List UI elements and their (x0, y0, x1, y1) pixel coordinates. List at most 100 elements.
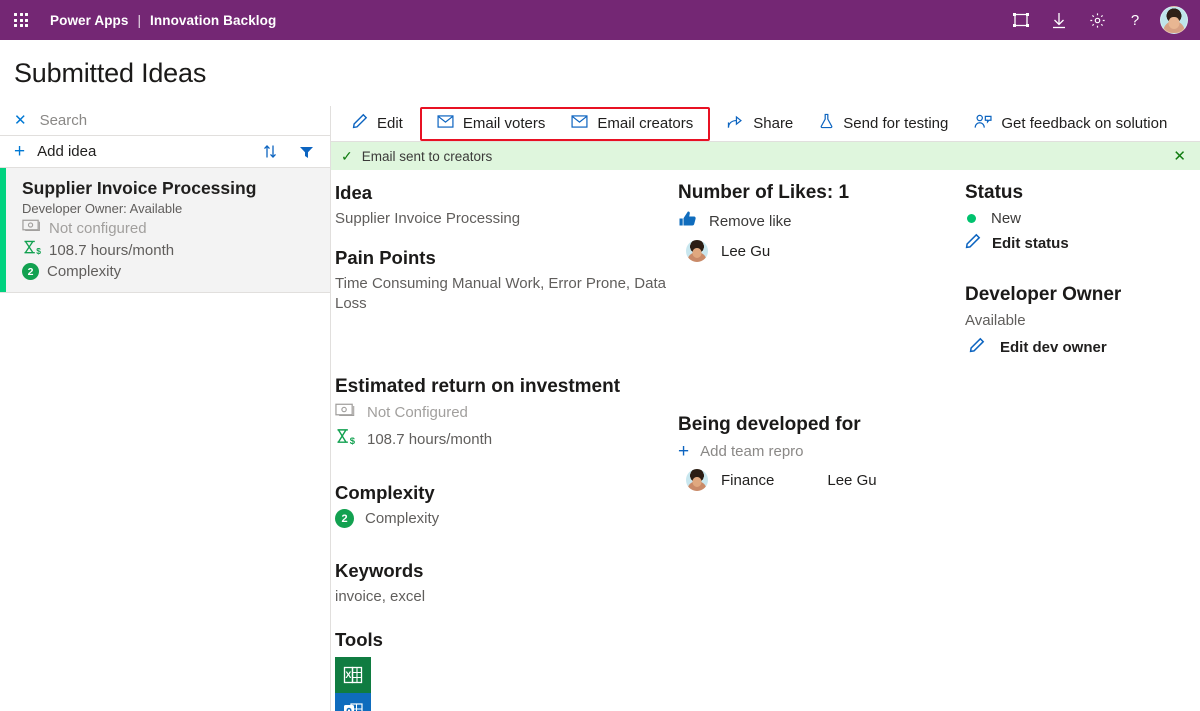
avatar (686, 240, 708, 262)
get-feedback-button[interactable]: Get feedback on solution (961, 106, 1180, 142)
voter-name: Lee Gu (721, 242, 771, 260)
complexity-heading: Complexity (335, 482, 435, 503)
person-feedback-icon (974, 114, 992, 134)
topbar-actions: ? (1002, 0, 1188, 40)
share-label: Share (753, 115, 794, 132)
list-item[interactable]: Supplier Invoice Processing Developer Ow… (0, 168, 330, 293)
idea-heading: Idea (335, 182, 373, 203)
team-name: Finance (721, 471, 775, 489)
idea-complexity-row: 2 Complexity (22, 263, 318, 280)
idea-owner: Developer Owner: Available (22, 201, 183, 216)
app-name[interactable]: Power Apps (50, 13, 129, 28)
roi-hours-value: 108.7 hours/month (367, 430, 493, 448)
sort-icon[interactable] (258, 144, 282, 159)
team-row: Finance Lee Gu (686, 469, 965, 491)
plus-icon: + (678, 441, 690, 462)
owner-value: Available (965, 312, 1026, 329)
hourglass-money-icon: $ (335, 428, 356, 450)
app-environment-name[interactable]: Innovation Backlog (150, 13, 276, 28)
ideas-list-panel: ✕ Search + Add idea Supplier Invoice Pro… (0, 106, 331, 711)
status-value-row: New (965, 210, 1200, 227)
idea-detail-panel: Edit Email voters Email creators Share S… (331, 106, 1200, 711)
get-feedback-label: Get feedback on solution (1001, 115, 1168, 132)
add-idea-row: + Add idea (0, 136, 330, 168)
team-person-name: Lee Gu (827, 471, 877, 489)
edit-dev-owner-label: Edit dev owner (1000, 339, 1107, 356)
send-for-testing-label: Send for testing (843, 115, 949, 132)
roi-heading: Estimated return on investment (335, 376, 621, 397)
pencil-icon (352, 113, 368, 134)
money-icon (22, 219, 41, 237)
remove-like-button[interactable]: Remove like (678, 210, 965, 232)
notification-message: Email sent to creators (361, 148, 493, 164)
idea-value: Supplier Invoice Processing (335, 210, 521, 227)
keywords-heading: Keywords (335, 560, 424, 581)
roi-money-value: Not Configured (367, 404, 468, 421)
avatar (686, 469, 708, 491)
edit-status-label: Edit status (992, 235, 1069, 252)
svg-text:$: $ (36, 246, 41, 255)
edit-button[interactable]: Edit (339, 106, 416, 142)
brand-separator: | (137, 12, 142, 28)
add-team-repro-button[interactable]: + Add team repro (678, 442, 965, 461)
pain-points-value: Time Consuming Manual Work, Error Prone,… (335, 275, 666, 312)
command-bar: Edit Email voters Email creators Share S… (331, 106, 1200, 142)
status-badge: New (991, 210, 1022, 227)
email-voters-label: Email voters (462, 115, 546, 132)
clear-search-icon[interactable]: ✕ (14, 113, 27, 128)
help-icon[interactable]: ? (1116, 0, 1154, 40)
share-button[interactable]: Share (714, 106, 806, 142)
pain-points-heading: Pain Points (335, 247, 436, 268)
idea-complexity-label: Complexity (47, 263, 122, 280)
gear-icon[interactable] (1078, 0, 1116, 40)
thumbs-up-icon (678, 210, 698, 232)
status-heading: Status (965, 182, 1024, 203)
close-icon[interactable]: ✕ (1159, 147, 1200, 165)
detail-columns: Idea Supplier Invoice Processing Pain Po… (331, 170, 1200, 711)
money-icon (335, 403, 356, 422)
detail-column-main: Idea Supplier Invoice Processing Pain Po… (331, 182, 678, 711)
tools-heading: Tools (335, 629, 383, 650)
email-creators-button[interactable]: Email creators (558, 106, 706, 142)
svg-text:$: $ (350, 436, 356, 445)
filter-icon[interactable] (294, 145, 318, 159)
edit-label: Edit (377, 115, 403, 132)
likes-heading: Number of Likes: 1 (678, 182, 850, 203)
page-body: ✕ Search + Add idea Supplier Invoice Pro… (0, 106, 1200, 711)
app-launcher-icon[interactable] (8, 7, 34, 33)
excel-icon[interactable]: X (335, 657, 371, 693)
idea-money-value: Not configured (49, 219, 147, 237)
brand: Power Apps | Innovation Backlog (50, 13, 276, 28)
add-idea-button[interactable]: Add idea (37, 143, 96, 160)
download-icon[interactable] (1040, 0, 1078, 40)
owner-heading: Developer Owner (965, 284, 1122, 305)
email-voters-button[interactable]: Email voters (424, 106, 559, 142)
outlook-icon[interactable] (335, 693, 371, 711)
complexity-badge: 2 (335, 509, 354, 528)
send-for-testing-button[interactable]: Send for testing (806, 106, 961, 142)
svg-text:X: X (345, 670, 351, 680)
email-actions-highlight: Email voters Email creators (419, 106, 711, 142)
idea-hours-value: 108.7 hours/month (49, 241, 175, 259)
mail-icon (437, 114, 454, 133)
complexity-row: 2 Complexity (335, 509, 678, 528)
edit-dev-owner-button[interactable]: Edit dev owner (965, 337, 1200, 358)
status-dot-icon (967, 214, 976, 223)
plus-icon[interactable]: + (14, 142, 25, 161)
flask-icon (819, 113, 834, 134)
voter-row: Lee Gu (686, 240, 965, 262)
fit-screen-icon[interactable] (1002, 0, 1040, 40)
idea-title: Supplier Invoice Processing (22, 178, 257, 198)
search-row[interactable]: ✕ Search (0, 106, 330, 136)
search-input[interactable]: Search (40, 112, 88, 129)
team-heading: Being developed for (678, 414, 861, 435)
roi-money-row: Not Configured (335, 403, 678, 422)
edit-status-button[interactable]: Edit status (965, 233, 1200, 254)
check-icon: ✓ (341, 147, 353, 164)
pencil-icon (969, 337, 985, 358)
tools-list: X (335, 657, 678, 711)
avatar[interactable] (1160, 6, 1188, 34)
